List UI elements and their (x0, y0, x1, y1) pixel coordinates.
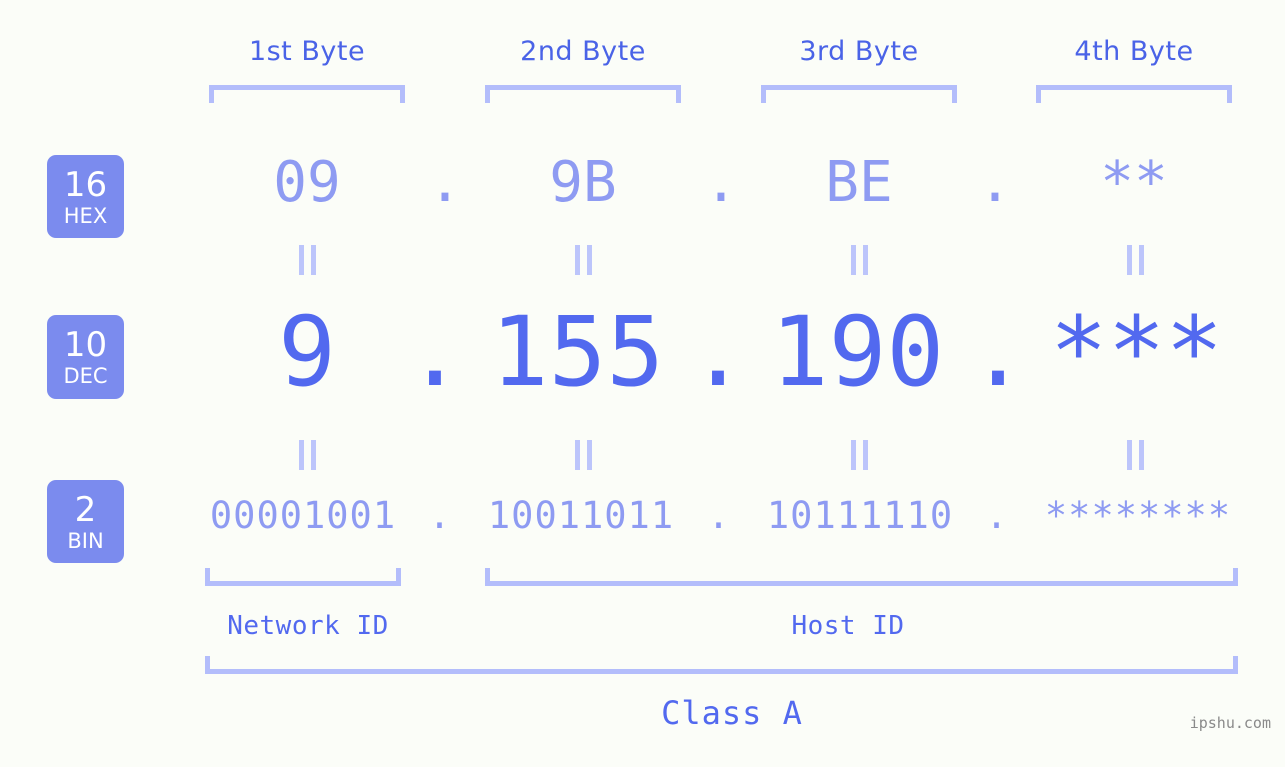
base-badge-bin-name: BIN (67, 529, 104, 553)
watermark: ipshu.com (1189, 714, 1271, 732)
host-id-label: Host ID (791, 611, 905, 641)
byte-bracket-1 (209, 85, 405, 103)
class-bracket (205, 656, 1238, 674)
hex-octet-1: 09 (273, 150, 341, 215)
bin-octet-1: 00001001 (209, 494, 397, 537)
hex-separator-3: . (978, 150, 1012, 215)
base-badge-bin-number: 2 (74, 490, 97, 530)
equals-bars-hex-dec-4 (1122, 245, 1148, 275)
bin-separator-1: . (428, 494, 452, 537)
equals-bars-hex-dec-3 (846, 245, 872, 275)
dec-octet-2: 155 (490, 296, 665, 408)
dec-octet-1: 9 (278, 296, 336, 408)
equals-bars-hex-dec-2 (570, 245, 596, 275)
network-id-bracket (205, 568, 401, 586)
dec-separator-3: . (969, 296, 1027, 408)
byte-header-2: 2nd Byte (520, 36, 646, 67)
base-badge-hex-number: 16 (63, 165, 108, 205)
dec-octet-3: 190 (770, 296, 945, 408)
base-badge-bin: 2 BIN (47, 480, 124, 563)
base-badge-dec-name: DEC (63, 364, 108, 388)
byte-bracket-3 (761, 85, 957, 103)
equals-bars-hex-dec-1 (294, 245, 320, 275)
ip-address-breakdown-diagram: 1st Byte 2nd Byte 3rd Byte 4th Byte 16 H… (0, 0, 1285, 767)
byte-header-3: 3rd Byte (799, 36, 919, 67)
byte-bracket-4 (1036, 85, 1232, 103)
host-id-bracket (485, 568, 1238, 586)
dec-separator-1: . (406, 296, 464, 408)
equals-bars-dec-bin-3 (846, 440, 872, 470)
dec-separator-2: . (689, 296, 747, 408)
base-badge-hex: 16 HEX (47, 155, 124, 238)
hex-separator-1: . (428, 150, 462, 215)
hex-octet-4: ** (1100, 150, 1168, 215)
base-badge-dec-number: 10 (63, 325, 108, 365)
hex-separator-2: . (704, 150, 738, 215)
bin-separator-3: . (985, 494, 1009, 537)
hex-octet-2: 9B (549, 150, 617, 215)
bin-octet-4: ******** (1044, 494, 1232, 537)
equals-bars-dec-bin-2 (570, 440, 596, 470)
hex-octet-3: BE (825, 150, 893, 215)
equals-bars-dec-bin-1 (294, 440, 320, 470)
class-label: Class A (661, 694, 803, 732)
bin-octet-3: 10111110 (766, 494, 954, 537)
dec-octet-4: *** (1049, 296, 1224, 408)
network-id-label: Network ID (227, 611, 389, 641)
bin-octet-2: 10011011 (487, 494, 675, 537)
bin-separator-2: . (707, 494, 731, 537)
equals-bars-dec-bin-4 (1122, 440, 1148, 470)
byte-header-4: 4th Byte (1074, 36, 1194, 67)
byte-header-1: 1st Byte (248, 36, 366, 67)
base-badge-hex-name: HEX (63, 204, 108, 228)
byte-bracket-2 (485, 85, 681, 103)
base-badge-dec: 10 DEC (47, 315, 124, 399)
